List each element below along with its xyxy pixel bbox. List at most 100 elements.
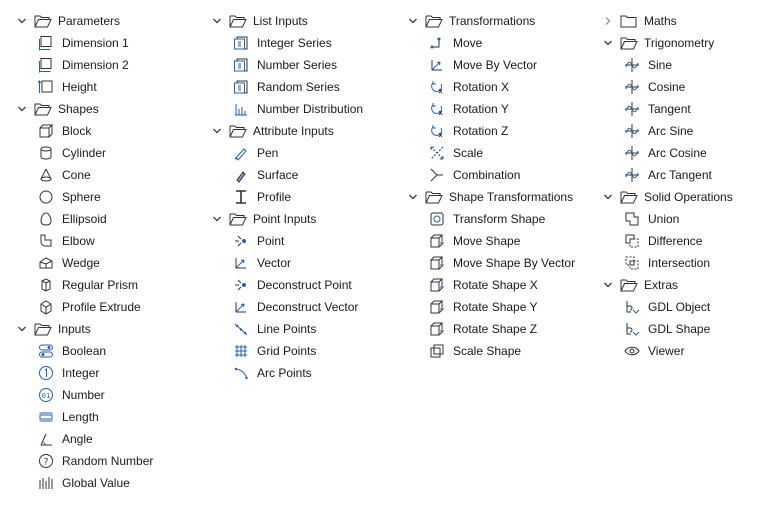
category-row[interactable]: Inputs xyxy=(14,318,153,340)
chevron-down-icon[interactable] xyxy=(16,323,28,335)
category-row[interactable]: Attribute Inputs xyxy=(209,120,363,142)
rotate-icon xyxy=(429,101,445,117)
node-item[interactable]: Rotate Shape X xyxy=(405,274,575,296)
node-item[interactable]: Combination xyxy=(405,164,575,186)
node-item[interactable]: 01 Number xyxy=(14,384,153,406)
node-item[interactable]: Vector xyxy=(209,252,363,274)
node-item[interactable]: Rotate Shape Y xyxy=(405,296,575,318)
node-item[interactable]: Number Distribution xyxy=(209,98,363,120)
category-row[interactable]: Maths xyxy=(600,10,733,32)
node-item[interactable]: Pen xyxy=(209,142,363,164)
node-item[interactable]: Arc Tangent xyxy=(600,164,733,186)
integer-icon xyxy=(38,365,54,381)
node-item[interactable]: Wedge xyxy=(14,252,153,274)
node-item[interactable]: Scale Shape xyxy=(405,340,575,362)
folder-icon xyxy=(425,14,443,28)
node-item[interactable]: Move xyxy=(405,32,575,54)
chevron-down-icon[interactable] xyxy=(211,213,223,225)
chevron-down-icon[interactable] xyxy=(16,15,28,27)
node-item[interactable]: Random Series xyxy=(209,76,363,98)
category-row[interactable]: Parameters xyxy=(14,10,153,32)
node-item[interactable]: Viewer xyxy=(600,340,733,362)
category-row[interactable]: Transformations xyxy=(405,10,575,32)
node-item-label: Integer Series xyxy=(257,36,332,50)
node-item[interactable]: Tangent xyxy=(600,98,733,120)
node-item-label: Deconstruct Point xyxy=(257,278,352,292)
svg-text:?: ? xyxy=(44,458,49,468)
node-item[interactable]: Rotation Z xyxy=(405,120,575,142)
node-item[interactable]: Surface xyxy=(209,164,363,186)
node-item[interactable]: Dimension 2 xyxy=(14,54,153,76)
node-item[interactable]: Move Shape By Vector xyxy=(405,252,575,274)
node-item[interactable]: Union xyxy=(600,208,733,230)
node-item-label: Rotate Shape Y xyxy=(453,300,538,314)
chevron-down-icon[interactable] xyxy=(211,125,223,137)
node-item[interactable]: Grid Points xyxy=(209,340,363,362)
category-row[interactable]: Extras xyxy=(600,274,733,296)
category-row[interactable]: List Inputs xyxy=(209,10,363,32)
chevron-down-icon[interactable] xyxy=(407,15,419,27)
node-item[interactable]: Difference xyxy=(600,230,733,252)
node-item[interactable]: Integer Series xyxy=(209,32,363,54)
node-item[interactable]: Angle xyxy=(14,428,153,450)
node-item[interactable]: Rotation Y xyxy=(405,98,575,120)
node-item-label: Move Shape xyxy=(453,234,521,248)
node-item[interactable]: Arc Points xyxy=(209,362,363,384)
eye-icon xyxy=(624,343,640,359)
chevron-right-icon[interactable] xyxy=(602,15,614,27)
node-item[interactable]: Boolean xyxy=(14,340,153,362)
node-item[interactable]: Point xyxy=(209,230,363,252)
node-item-label: Rotation Y xyxy=(453,102,509,116)
shape-icon xyxy=(429,299,445,315)
node-item[interactable]: Cosine xyxy=(600,76,733,98)
node-item[interactable]: Height xyxy=(14,76,153,98)
node-item[interactable]: Number Series xyxy=(209,54,363,76)
chevron-down-icon[interactable] xyxy=(602,279,614,291)
category-row[interactable]: Shapes xyxy=(14,98,153,120)
category-row[interactable]: Solid Operations xyxy=(600,186,733,208)
node-item[interactable]: Cone xyxy=(14,164,153,186)
node-item[interactable]: Regular Prism xyxy=(14,274,153,296)
node-item[interactable]: GDL Shape xyxy=(600,318,733,340)
chevron-down-icon[interactable] xyxy=(211,15,223,27)
node-item-label: Block xyxy=(62,124,92,138)
node-item[interactable]: Arc Cosine xyxy=(600,142,733,164)
node-item[interactable]: Profile xyxy=(209,186,363,208)
category-row[interactable]: Point Inputs xyxy=(209,208,363,230)
scale-icon xyxy=(429,145,445,161)
node-item[interactable]: Profile Extrude xyxy=(14,296,153,318)
node-item[interactable]: Deconstruct Vector xyxy=(209,296,363,318)
chevron-down-icon[interactable] xyxy=(602,37,614,49)
node-item[interactable]: Line Points xyxy=(209,318,363,340)
category-label: Inputs xyxy=(58,322,91,336)
node-item[interactable]: GDL Object xyxy=(600,296,733,318)
node-item[interactable]: Intersection xyxy=(600,252,733,274)
node-item[interactable]: Sphere xyxy=(14,186,153,208)
node-item[interactable]: Transform Shape xyxy=(405,208,575,230)
chevron-down-icon[interactable] xyxy=(16,103,28,115)
node-item[interactable]: Integer xyxy=(14,362,153,384)
category-row[interactable]: Shape Transformations xyxy=(405,186,575,208)
folder-icon xyxy=(620,278,638,292)
category-row[interactable]: Trigonometry xyxy=(600,32,733,54)
node-item[interactable]: Sine xyxy=(600,54,733,76)
node-item-label: Elbow xyxy=(62,234,95,248)
chevron-down-icon[interactable] xyxy=(407,191,419,203)
chevron-down-icon[interactable] xyxy=(602,191,614,203)
node-item-label: Rotation Z xyxy=(453,124,509,138)
node-item[interactable]: Scale xyxy=(405,142,575,164)
node-item[interactable]: Global Value xyxy=(14,472,153,494)
node-item[interactable]: Arc Sine xyxy=(600,120,733,142)
node-item[interactable]: Elbow xyxy=(14,230,153,252)
node-item[interactable]: Deconstruct Point xyxy=(209,274,363,296)
node-item[interactable]: Block xyxy=(14,120,153,142)
node-item[interactable]: Cylinder xyxy=(14,142,153,164)
node-item[interactable]: Move Shape xyxy=(405,230,575,252)
node-item[interactable]: Length xyxy=(14,406,153,428)
node-item[interactable]: ? Random Number xyxy=(14,450,153,472)
node-item[interactable]: Dimension 1 xyxy=(14,32,153,54)
node-item[interactable]: Move By Vector xyxy=(405,54,575,76)
node-item[interactable]: Rotation X xyxy=(405,76,575,98)
node-item[interactable]: Rotate Shape Z xyxy=(405,318,575,340)
node-item[interactable]: Ellipsoid xyxy=(14,208,153,230)
